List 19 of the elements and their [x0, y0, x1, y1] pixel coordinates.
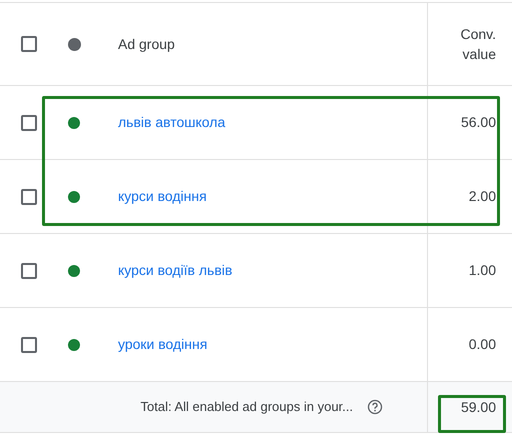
checkbox[interactable]: [21, 114, 37, 130]
total-label: Total: All enabled ad groups in your...: [140, 398, 353, 416]
help-icon[interactable]: [367, 399, 383, 415]
total-value: 59.00: [460, 398, 496, 416]
ad-group-link[interactable]: уроки водіння: [118, 334, 208, 355]
column-header[interactable]: Conv. value: [460, 24, 496, 64]
table-cell-text: 1.00: [468, 261, 496, 280]
table-cell-text: 2.00: [468, 187, 496, 206]
checkbox[interactable]: [21, 36, 37, 52]
checkbox[interactable]: [21, 262, 37, 278]
ad-group-link[interactable]: львів автошкола: [118, 112, 226, 133]
table-cell-text: 56.00: [460, 113, 496, 132]
table-cell-text: 0.00: [468, 335, 496, 354]
ad-group-link[interactable]: курси водіїв львів: [118, 260, 232, 281]
ad-group-link[interactable]: курси водіння: [118, 186, 207, 207]
checkbox[interactable]: [21, 188, 37, 204]
status-icon: [68, 38, 80, 50]
checkbox[interactable]: [21, 336, 37, 352]
column-header[interactable]: Ad group: [118, 34, 175, 54]
